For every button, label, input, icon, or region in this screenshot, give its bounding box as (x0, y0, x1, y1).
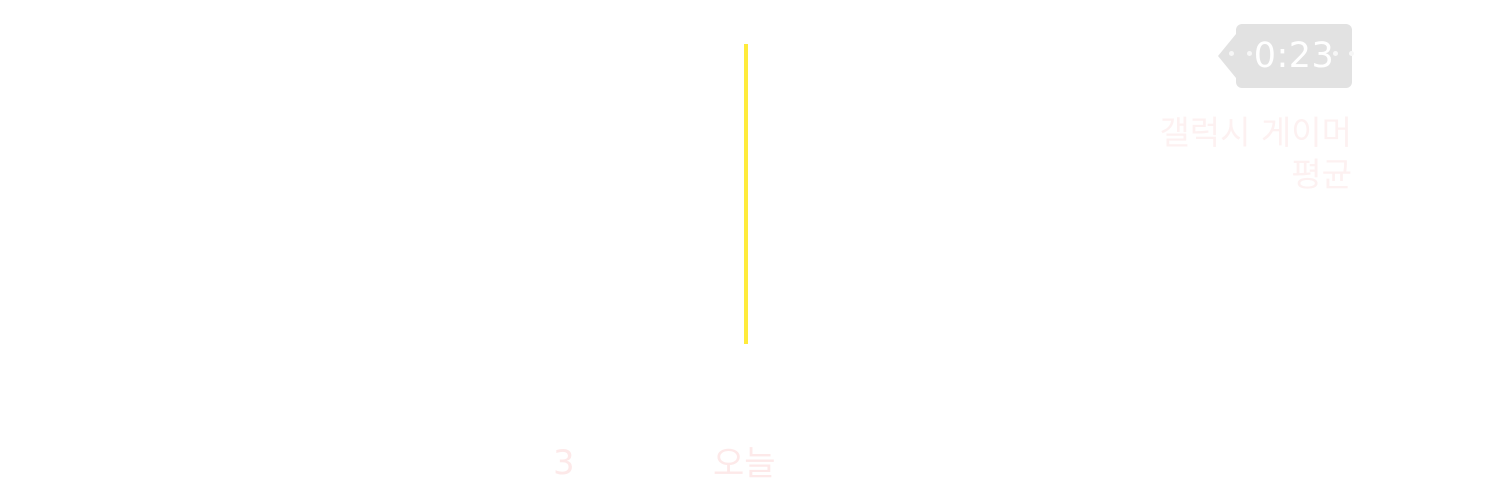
today-bar[interactable] (744, 44, 748, 344)
x-tick-label: 3 (553, 443, 575, 483)
dotted-line-dot (1229, 51, 1234, 56)
tooltip-pointer (1218, 34, 1236, 78)
x-tick-label-today: 오늘 (713, 444, 776, 484)
play-time-chart: 0:23 갤럭시 게이머 평균 3 오늘 (0, 0, 1500, 484)
average-legend-label: 갤럭시 게이머 평균 (1159, 113, 1352, 194)
tooltip-value: 0:23 (1253, 36, 1335, 76)
